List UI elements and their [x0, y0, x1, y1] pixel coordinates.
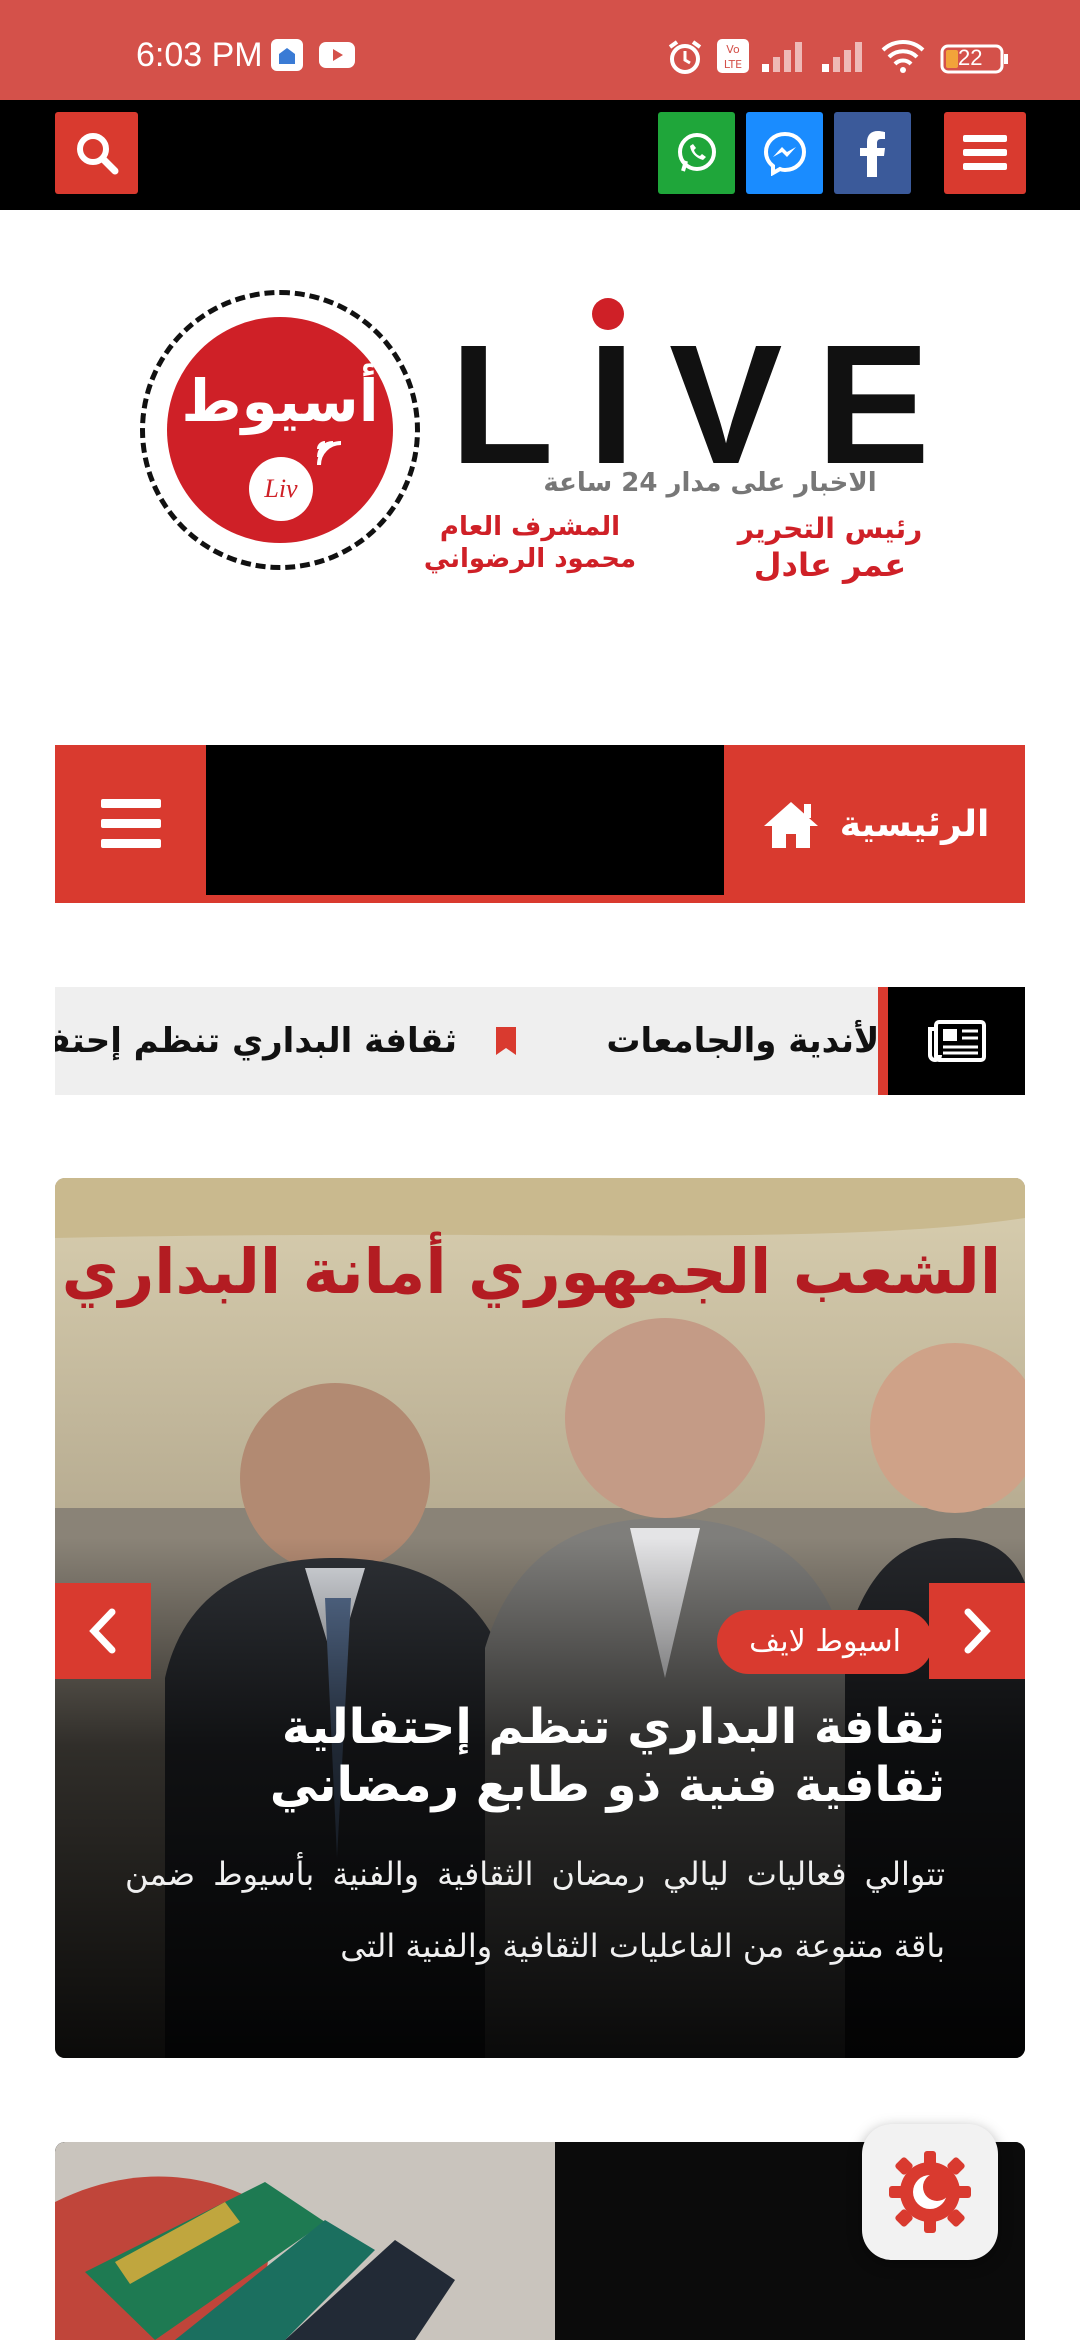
dark-mode-toggle[interactable]	[862, 2124, 998, 2260]
logo-seal-inner: أسيوط Liv	[167, 317, 393, 543]
nav-menu-button[interactable]	[55, 745, 206, 903]
svg-text:LTE: LTE	[724, 58, 742, 71]
broadcast-waves-icon	[317, 441, 342, 466]
youtube-icon	[318, 38, 356, 76]
featured-excerpt: تتوالي فعاليات ليالي رمضان الثقافية والف…	[125, 1855, 945, 1965]
supervisor-name: محمود الرضواني	[423, 544, 637, 574]
editor-name: عمر عادل	[753, 546, 907, 584]
alarm-icon	[666, 38, 704, 80]
top-bar	[0, 100, 1080, 210]
ticker-label	[878, 987, 1025, 1095]
site-logo[interactable]: أسيوط Liv LIVE الاخبار على مدار 24 ساعة …	[130, 290, 950, 590]
featured-title[interactable]: ثقافة البداري تنظم إحتفالية ثقافية فنية …	[185, 1698, 945, 1814]
svg-text:Vo: Vo	[726, 43, 740, 56]
nav-home-link[interactable]: الرئيسية	[724, 745, 1025, 903]
ticker-item[interactable]: الأندية والجامعات	[606, 987, 891, 1095]
editor-title: رئيس التحرير	[737, 512, 923, 545]
whatsapp-icon	[677, 133, 716, 172]
logo-wordmark: LIVE	[450, 310, 964, 500]
ticker-item[interactable]: ثقافة البداري تنظم إحتفالية ثقافية فنية …	[55, 987, 457, 1095]
status-bar: 6:03 PM Vo LTE 22	[0, 0, 1080, 100]
logo-tagline: الاخبار على مدار 24 ساعة	[543, 468, 877, 498]
slider-prev-button[interactable]	[55, 1583, 151, 1679]
signal-1-icon	[760, 38, 812, 78]
facebook-button[interactable]	[834, 112, 911, 194]
facebook-icon	[859, 131, 885, 177]
messenger-button[interactable]	[746, 112, 823, 194]
featured-slider[interactable]: حزب الشعب الجمهوري أمانة البداري اسيوط ل…	[55, 1178, 1025, 2058]
chevron-right-icon	[964, 1608, 991, 1654]
logo-seal-text: أسيوط	[181, 367, 379, 435]
moon-gear-icon	[889, 2151, 971, 2233]
hamburger-icon	[963, 135, 1007, 170]
chevron-left-icon	[89, 1608, 116, 1654]
home-icon	[763, 802, 818, 848]
category-badge[interactable]: اسيوط لايف	[717, 1610, 933, 1674]
volte-icon: Vo LTE	[716, 38, 750, 78]
search-button[interactable]	[55, 112, 138, 194]
nav-empty-area	[206, 745, 724, 895]
menu-button[interactable]	[944, 112, 1026, 194]
wifi-icon	[880, 38, 926, 78]
mosque-app-icon	[270, 38, 304, 76]
supervisor-title: المشرف العام	[439, 512, 621, 542]
battery-level: 22	[958, 45, 983, 70]
logo-seal: أسيوط Liv	[140, 290, 420, 570]
bookmark-icon	[496, 1027, 516, 1055]
messenger-icon	[763, 131, 806, 176]
slider-next-button[interactable]	[929, 1583, 1025, 1679]
logo-seal-sub: Liv	[249, 457, 313, 521]
whatsapp-button[interactable]	[658, 112, 735, 194]
photo-banner-text: حزب الشعب الجمهوري أمانة البداري	[62, 1231, 1025, 1308]
signal-2-icon	[820, 38, 872, 78]
nav-home-label: الرئيسية	[839, 803, 990, 845]
search-icon	[76, 133, 118, 175]
status-time: 6:03 PM	[136, 36, 263, 74]
hamburger-icon	[100, 799, 161, 848]
newspaper-icon	[927, 1020, 986, 1062]
